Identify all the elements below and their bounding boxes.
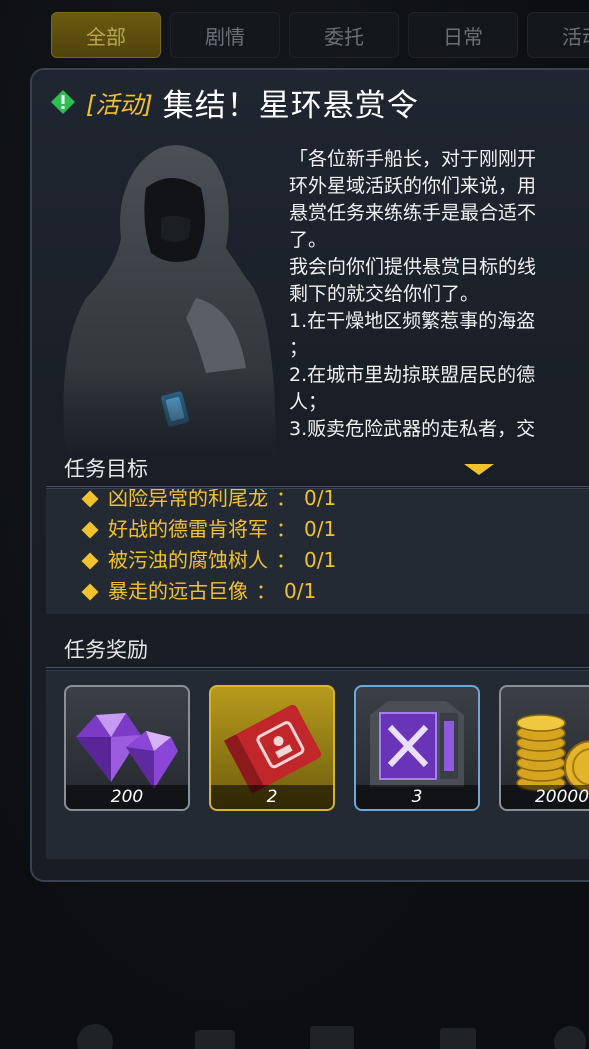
story-line: 3.贩卖危险武器的走私者，交 [289,418,536,440]
objective-name: 被污浊的腐蚀树人 [108,548,268,572]
objective-progress: 0/1 [284,579,317,603]
story-line: 了。 [289,229,328,251]
tab-all[interactable]: 全部 [51,12,161,58]
objectives-list[interactable]: 凶险异常的利尾龙 ： 0/1 好战的德雷肯将军 ： 0/1 被污浊的腐蚀树人 ： 0/1 暴… [46,488,589,614]
quest-category-tag: [活动] [86,90,153,119]
quest-filter-tabs: 全部 剧情 委托 日常 活动 [51,12,589,58]
bottom-nav-bar [77,1024,586,1049]
diamond-bullet-icon [81,583,99,600]
objective-colon: ： [256,579,276,603]
objective-item: 被污浊的腐蚀树人 ： 0/1 [81,545,337,576]
objective-progress: 0/1 [304,548,337,572]
tab-daily[interactable]: 日常 [408,12,518,58]
nav-tool-icon[interactable] [440,1028,476,1049]
rewards-header-label: 任务奖励 [64,638,148,662]
quest-story-text: 「各位新手船长，对于刚刚开 环外星域活跃的你们来说，用 悬赏任务来练练手是最合适… [289,146,589,443]
expand-story-chevron-icon[interactable] [464,464,494,475]
reward-qty: 20000 [501,785,589,809]
quest-detail-panel: [活动] 集结！星环悬赏令 「各位新手船长，对于刚刚开 环外星域活跃的你们来说，… [30,68,589,882]
objective-colon: ： [276,488,296,510]
reward-item-coins[interactable]: 20000 [499,685,589,811]
story-line: 1.在干燥地区频繁惹事的海盗 [289,310,536,332]
objectives-header: 任务目标 [46,450,589,487]
reward-item-crate[interactable]: 3 [354,685,480,811]
story-line: 剩下的就交给你们了。 [289,283,480,305]
story-line: ； [289,337,309,359]
story-line: 环外星域活跃的你们来说，用 [289,175,537,197]
tab-commission[interactable]: 委托 [289,12,399,58]
reward-item-ticket[interactable]: 2 [209,685,335,811]
tab-event[interactable]: 活动 [527,12,589,58]
objectives-header-label: 任务目标 [64,457,148,481]
nav-profile-icon[interactable] [554,1026,586,1049]
objective-item: 凶险异常的利尾龙 ： 0/1 [81,488,337,514]
diamond-bullet-icon [81,521,99,538]
tab-story[interactable]: 剧情 [170,12,280,58]
reward-qty: 3 [356,785,478,809]
objective-progress: 0/1 [304,517,337,541]
diamond-bullet-icon [81,490,99,507]
objective-colon: ： [276,548,296,572]
reward-qty: 200 [66,785,188,809]
objective-item: 好战的德雷肯将军 ： 0/1 [81,514,337,545]
objective-name: 凶险异常的利尾龙 [108,488,268,510]
reward-qty: 2 [211,785,333,809]
story-line: 我会向你们提供悬赏目标的线 [289,256,537,278]
quest-screen: 全部 剧情 委托 日常 活动 [活动] 集结！星环悬赏令 [0,0,589,1049]
story-line: 2.在城市里劫掠联盟居民的德 [289,364,536,386]
nav-weapon-icon[interactable] [195,1030,235,1049]
nav-helmet-icon[interactable] [77,1024,113,1049]
rewards-panel: 200 2 3 20000 [46,670,589,859]
objective-progress: 0/1 [304,488,337,510]
objective-item: 暴走的远古巨像 ： 0/1 [81,576,336,607]
objective-colon: ： [276,517,296,541]
story-line: 「各位新手船长，对于刚刚开 [289,148,537,170]
story-line: 悬赏任务来练练手是最合适不 [289,202,537,224]
rewards-header: 任务奖励 [46,631,589,668]
nav-grid-icon[interactable] [310,1026,354,1049]
hooded-npc-portrait [46,128,276,458]
diamond-bullet-icon [81,552,99,569]
objective-name: 好战的德雷肯将军 [108,517,268,541]
reward-item-crystal[interactable]: 200 [64,685,190,811]
quest-title-row: [活动] 集结！星环悬赏令 [50,82,419,124]
story-line: 人； [289,391,328,413]
alert-icon [51,90,75,114]
quest-title: 集结！星环悬赏令 [162,87,419,124]
objective-name: 暴走的远古巨像 [108,579,248,603]
